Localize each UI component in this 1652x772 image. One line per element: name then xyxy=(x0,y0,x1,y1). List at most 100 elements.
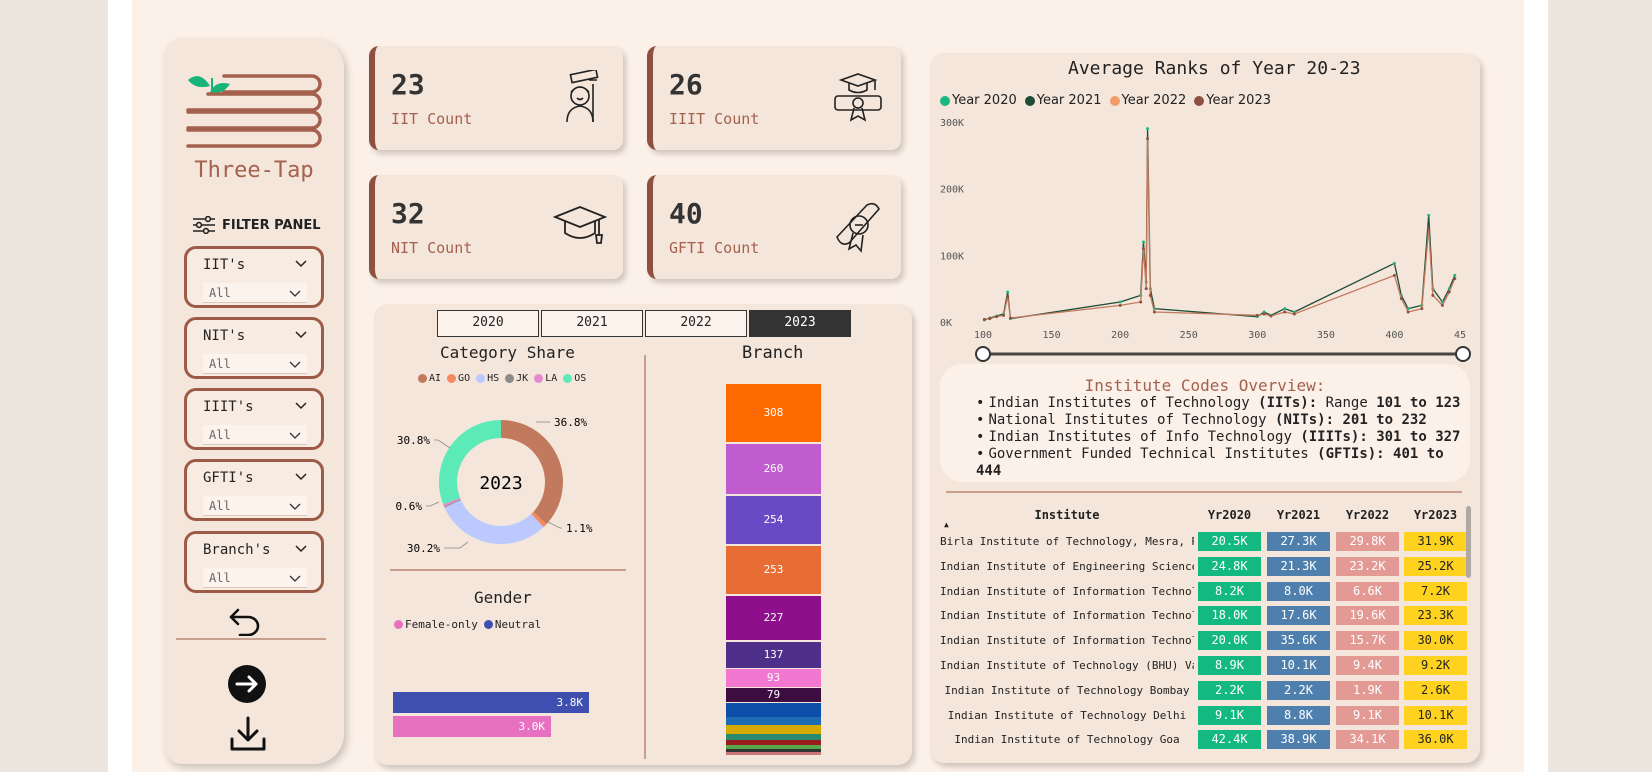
gender-bar[interactable]: 3.8K xyxy=(393,692,589,713)
table-cell[interactable]: 29.8K xyxy=(1336,532,1399,551)
data-point[interactable] xyxy=(1144,287,1148,291)
chevron-down-icon[interactable] xyxy=(289,359,301,369)
data-point[interactable] xyxy=(1283,307,1287,311)
data-point[interactable] xyxy=(1148,293,1152,297)
x-range-slider[interactable] xyxy=(973,344,1473,364)
data-point[interactable] xyxy=(1006,290,1010,294)
arrow-right-circle-icon[interactable] xyxy=(227,664,267,704)
table-row-institute[interactable]: Indian Institute of Technology Goa xyxy=(940,733,1194,746)
data-point[interactable] xyxy=(1152,310,1156,314)
table-cell[interactable]: 23.3K xyxy=(1404,606,1467,626)
data-point[interactable] xyxy=(1292,312,1296,316)
data-point[interactable] xyxy=(1262,312,1266,316)
slider-handle-min[interactable] xyxy=(975,346,991,362)
data-point[interactable] xyxy=(1447,290,1451,294)
table-cell[interactable]: 8.0K xyxy=(1267,581,1330,601)
data-point[interactable] xyxy=(1431,293,1435,297)
table-cell[interactable]: 27.3K xyxy=(1267,532,1330,551)
branch-segment-minor[interactable] xyxy=(726,717,821,725)
data-point[interactable] xyxy=(1146,127,1150,131)
data-point[interactable] xyxy=(1453,273,1457,277)
data-point[interactable] xyxy=(1399,297,1403,301)
data-point[interactable] xyxy=(1392,273,1396,277)
slicer-dropdown[interactable]: All xyxy=(203,568,307,588)
branch-segment[interactable]: 93 xyxy=(726,669,821,687)
table-row-institute[interactable]: Indian Institute of Information Technolo… xyxy=(940,585,1194,598)
year-button-2021[interactable]: 2021 xyxy=(541,310,643,337)
table-cell[interactable]: 17.6K xyxy=(1267,606,1330,626)
data-point[interactable] xyxy=(1420,307,1424,311)
download-icon[interactable] xyxy=(229,715,267,753)
slicer-iiits[interactable]: IIIT's All xyxy=(184,388,324,450)
chevron-down-icon[interactable] xyxy=(289,430,301,440)
data-point[interactable] xyxy=(1440,303,1444,307)
data-point[interactable] xyxy=(1406,310,1410,314)
table-cell[interactable]: 2.6K xyxy=(1404,680,1467,700)
table-header-yr2020[interactable]: Yr2020 xyxy=(1198,508,1261,522)
data-point[interactable] xyxy=(988,317,992,321)
table-header-yr2021[interactable]: Yr2021 xyxy=(1267,508,1330,522)
donut-slice[interactable] xyxy=(444,500,544,544)
table-row-institute[interactable]: Indian Institute of Information Technolo… xyxy=(940,609,1194,622)
chevron-down-icon[interactable] xyxy=(295,399,307,411)
branch-segment[interactable]: 254 xyxy=(726,496,821,544)
table-cell[interactable]: 20.0K xyxy=(1198,631,1261,651)
table-header-institute[interactable]: Institute xyxy=(940,508,1194,522)
data-point[interactable] xyxy=(1427,213,1431,217)
data-point[interactable] xyxy=(1255,313,1259,317)
table-header-yr2022[interactable]: Yr2022 xyxy=(1336,508,1399,522)
chevron-down-icon[interactable] xyxy=(289,573,301,583)
branch-segment-minor[interactable] xyxy=(726,752,821,755)
table-cell[interactable]: 6.6K xyxy=(1336,581,1399,601)
sort-asc-icon[interactable]: ▲ xyxy=(944,520,949,529)
slicer-dropdown[interactable]: All xyxy=(203,283,307,303)
slicer-iits[interactable]: IIT's All xyxy=(184,246,324,308)
series-line[interactable] xyxy=(984,128,1456,321)
data-point[interactable] xyxy=(1006,295,1010,299)
data-point[interactable] xyxy=(1146,137,1150,141)
chevron-down-icon[interactable] xyxy=(289,501,301,511)
table-cell[interactable]: 31.9K xyxy=(1404,532,1467,551)
table-cell[interactable]: 8.2K xyxy=(1198,581,1261,601)
chevron-down-icon[interactable] xyxy=(295,328,307,340)
table-cell[interactable]: 2.2K xyxy=(1198,680,1261,700)
table-cell[interactable]: 38.9K xyxy=(1267,730,1330,750)
table-cell[interactable]: 24.8K xyxy=(1198,556,1261,576)
branch-segment-minor[interactable] xyxy=(726,703,821,717)
data-point[interactable] xyxy=(1392,261,1396,265)
branch-segment-minor[interactable] xyxy=(726,725,821,734)
table-cell[interactable]: 21.3K xyxy=(1267,556,1330,576)
table-cell[interactable]: 18.0K xyxy=(1198,606,1261,626)
data-point[interactable] xyxy=(982,317,986,321)
table-cell[interactable]: 1.9K xyxy=(1336,680,1399,700)
data-point[interactable] xyxy=(1283,310,1287,314)
slicer-dropdown[interactable]: All xyxy=(203,425,307,445)
table-cell[interactable]: 30.0K xyxy=(1404,631,1467,651)
table-cell[interactable]: 20.5K xyxy=(1198,532,1261,551)
slider-handle-max[interactable] xyxy=(1455,346,1471,362)
table-row-institute[interactable]: Indian Institute of Technology (BHU) Var… xyxy=(940,659,1194,672)
chevron-down-icon[interactable] xyxy=(295,470,307,482)
data-point[interactable] xyxy=(1139,300,1143,304)
table-cell[interactable]: 9.1K xyxy=(1198,705,1261,725)
data-point[interactable] xyxy=(1141,247,1145,251)
table-row-institute[interactable]: Indian Institute of Technology Delhi xyxy=(940,709,1194,722)
data-point[interactable] xyxy=(1002,313,1006,317)
data-point[interactable] xyxy=(1118,300,1122,304)
branch-segment[interactable]: 260 xyxy=(726,444,821,494)
table-cell[interactable]: 42.4K xyxy=(1198,730,1261,750)
table-cell[interactable]: 36.0K xyxy=(1404,730,1467,750)
branch-segment[interactable]: 253 xyxy=(726,546,821,594)
table-cell[interactable]: 9.1K xyxy=(1336,705,1399,725)
gender-bar[interactable]: 3.0K xyxy=(393,716,551,737)
undo-icon[interactable] xyxy=(228,606,262,636)
slicer-nits[interactable]: NIT's All xyxy=(184,317,324,379)
table-cell[interactable]: 15.7K xyxy=(1336,631,1399,651)
table-cell[interactable]: 9.4K xyxy=(1336,656,1399,675)
table-row-institute[interactable]: Indian Institute of Engineering Science … xyxy=(940,560,1194,573)
slicer-gftis[interactable]: GFTI's All xyxy=(184,459,324,521)
table-scrollbar[interactable] xyxy=(1466,506,1471,578)
table-cell[interactable]: 8.8K xyxy=(1267,705,1330,725)
data-point[interactable] xyxy=(1269,314,1273,318)
table-cell[interactable]: 25.2K xyxy=(1404,556,1467,576)
